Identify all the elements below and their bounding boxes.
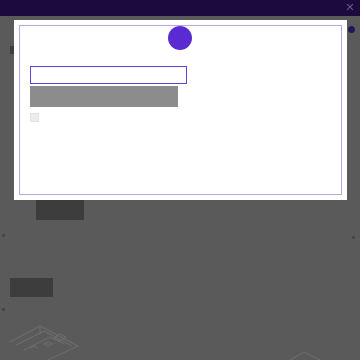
submit-button[interactable] — [30, 86, 178, 107]
background-marker — [2, 234, 5, 237]
background-corner-sketch — [290, 351, 321, 360]
background-marker — [2, 308, 5, 311]
background-indicator-icon — [348, 26, 355, 33]
background-button-secondary — [10, 278, 53, 297]
close-icon[interactable]: ✕ — [344, 1, 356, 15]
modal-dialog — [14, 20, 347, 200]
text-input[interactable] — [30, 66, 187, 84]
checkbox[interactable] — [30, 113, 39, 122]
background-sketch-illustration — [9, 325, 80, 360]
background-marker — [352, 236, 355, 239]
modal-inner-frame — [19, 25, 342, 195]
avatar-circle-icon — [168, 26, 192, 50]
background-button — [36, 200, 84, 220]
title-bar: ✕ — [0, 0, 360, 16]
